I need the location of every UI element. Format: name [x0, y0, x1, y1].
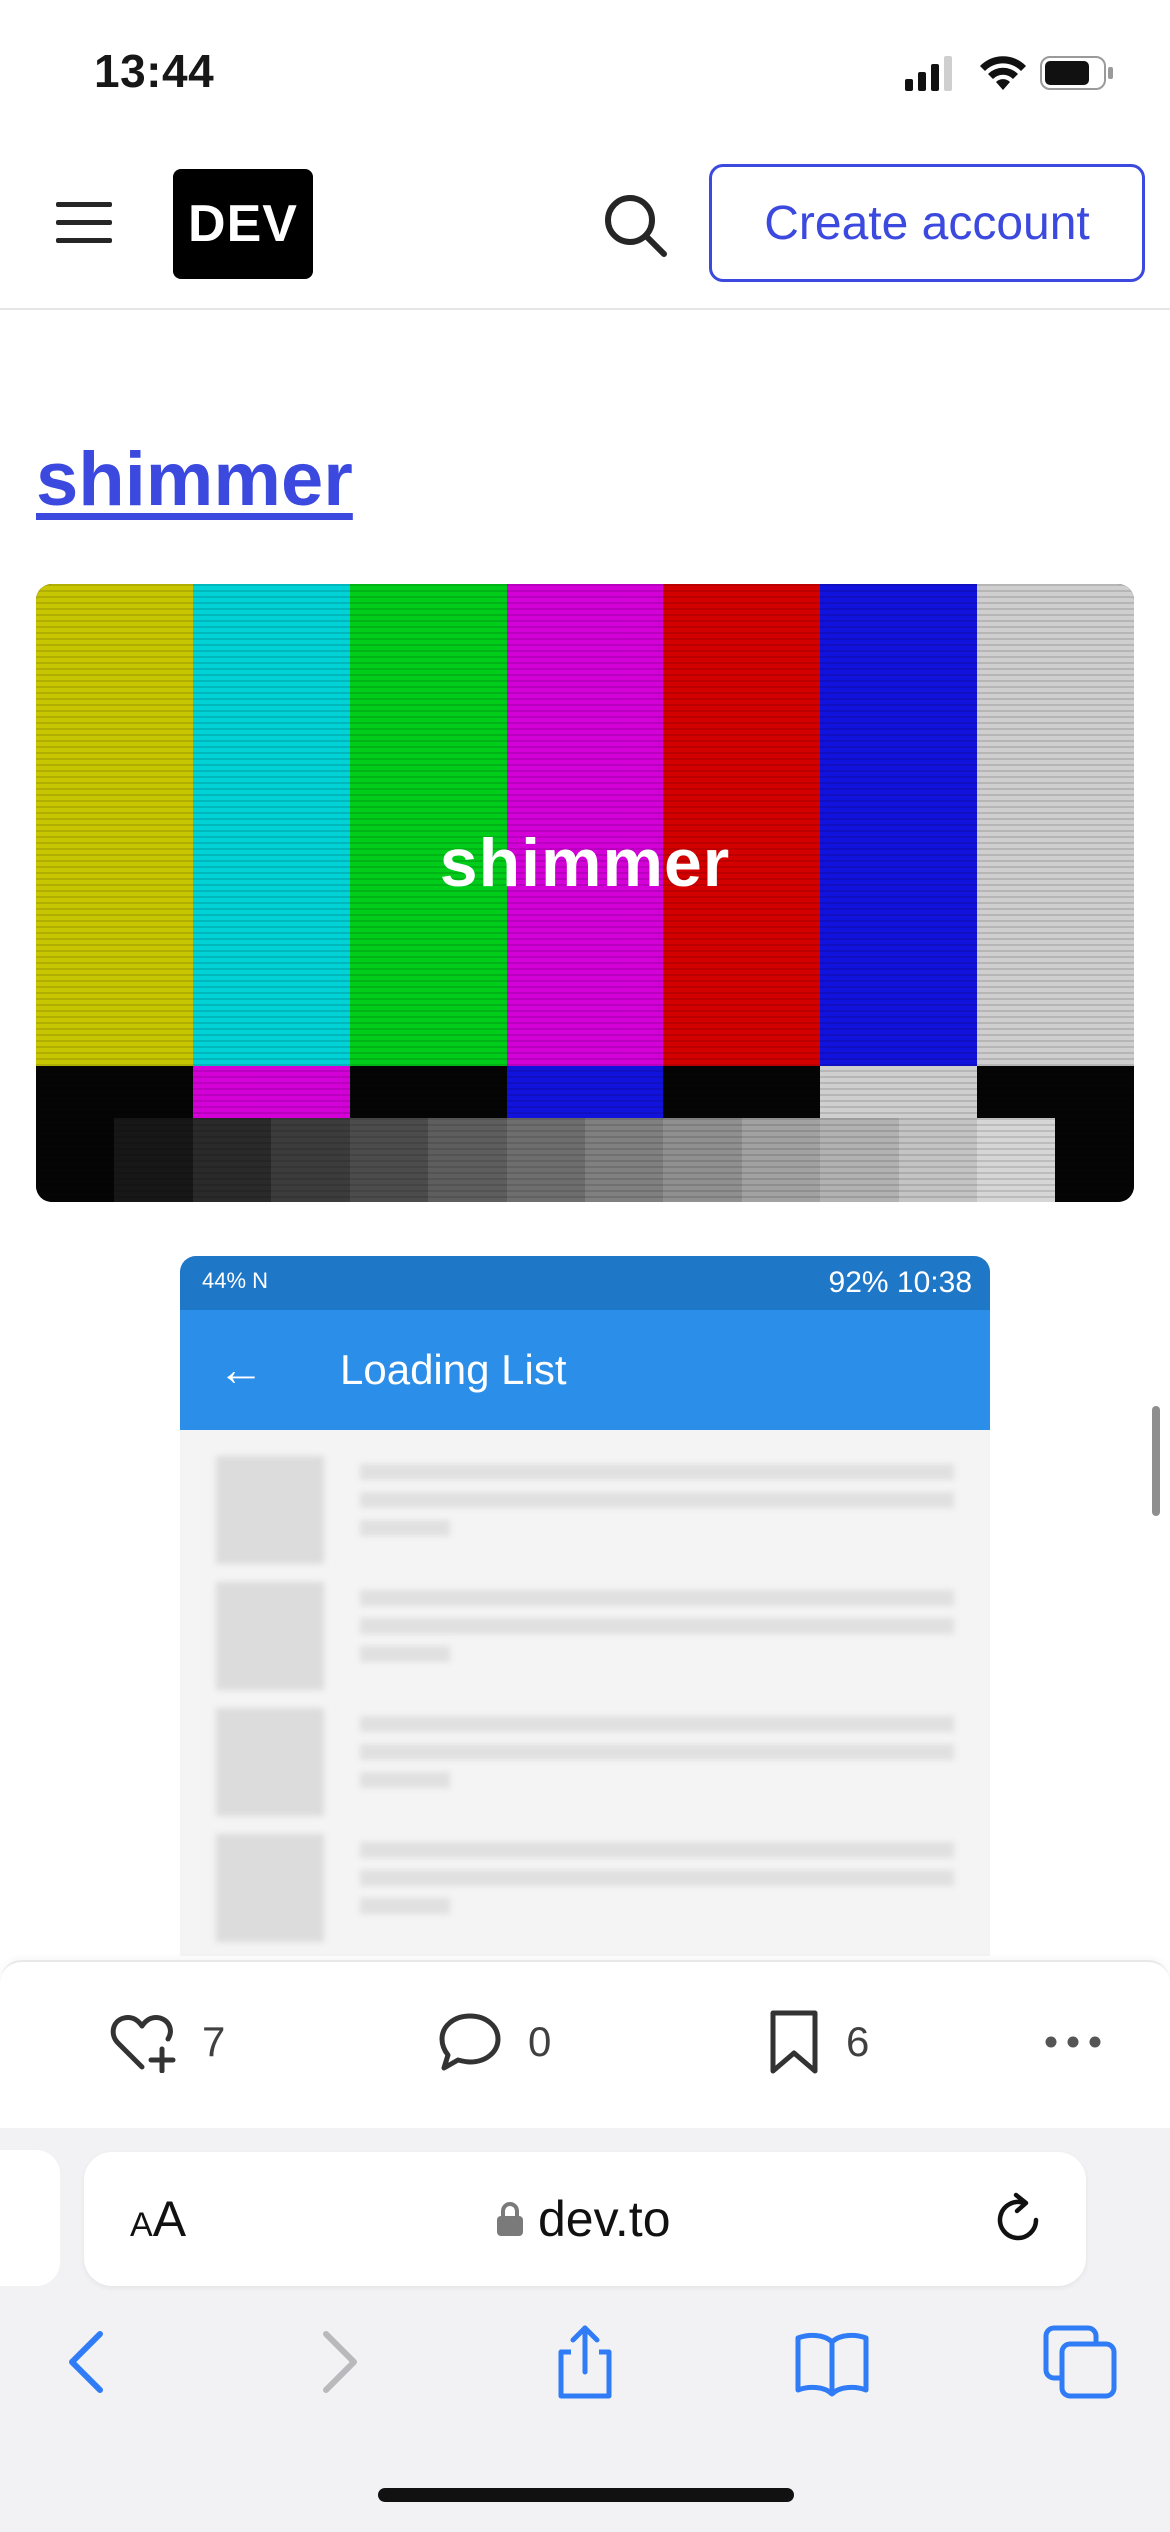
skeleton-row — [180, 1824, 990, 1950]
phone-app-bar: ← Loading List — [180, 1310, 990, 1430]
heart-plus-icon — [110, 2015, 176, 2073]
create-account-button[interactable]: Create account — [709, 164, 1145, 282]
skeleton-list — [180, 1446, 990, 1950]
previous-tab-peek[interactable] — [0, 2150, 60, 2286]
bookmark-button[interactable]: 6 — [768, 2010, 869, 2074]
status-time: 13:44 — [94, 45, 215, 97]
skeleton-row — [180, 1698, 990, 1824]
menu-icon[interactable] — [52, 196, 116, 250]
bookmark-icon — [770, 2010, 818, 2074]
lock-icon — [497, 2202, 523, 2236]
bookmarks-book-icon[interactable] — [792, 2322, 872, 2402]
share-icon[interactable] — [545, 2322, 625, 2402]
more-options-button[interactable] — [1044, 2010, 1102, 2074]
comment-count: 0 — [528, 2018, 552, 2065]
forward-icon[interactable] — [298, 2322, 378, 2402]
back-icon[interactable] — [48, 2322, 128, 2402]
phone-status-bar: 44% N 92% 10:38 — [180, 1256, 990, 1310]
text-size-button[interactable]: AA — [130, 2190, 186, 2248]
tabs-icon[interactable] — [1040, 2322, 1120, 2402]
home-indicator — [378, 2488, 794, 2502]
page-scrollbar[interactable] — [1152, 1406, 1160, 1516]
article-title-link[interactable]: shimmer — [36, 436, 353, 523]
url-display[interactable]: dev.to — [496, 2190, 671, 2248]
phone-back-arrow-icon: ← — [218, 1343, 264, 1395]
skeleton-row — [180, 1572, 990, 1698]
test-card-image: shimmer — [36, 584, 1134, 1202]
loading-list-screenshot: 44% N 92% 10:38 ← Loading List — [180, 1256, 990, 1956]
url-text: dev.to — [538, 2191, 671, 2247]
comment-button[interactable]: 0 — [438, 2010, 551, 2074]
phone-app-title: Loading List — [340, 1346, 567, 1393]
more-icon — [1045, 2036, 1101, 2048]
like-count: 7 — [202, 2018, 226, 2065]
like-button[interactable]: 7 — [110, 2010, 225, 2074]
battery-icon — [1040, 56, 1113, 90]
search-icon[interactable] — [600, 190, 670, 260]
bookmark-count: 6 — [846, 2018, 870, 2065]
reload-icon[interactable] — [990, 2190, 1046, 2248]
dev-logo[interactable]: DEV — [173, 169, 313, 279]
cellular-signal-icon — [905, 56, 952, 91]
test-card-caption: shimmer — [439, 825, 731, 901]
skeleton-row — [180, 1446, 990, 1572]
comment-icon — [439, 2013, 501, 2071]
wifi-icon — [980, 56, 1026, 90]
phone-status-right: 92% 10:38 — [828, 1266, 972, 1299]
phone-status-left: 44% N — [202, 1268, 269, 1293]
